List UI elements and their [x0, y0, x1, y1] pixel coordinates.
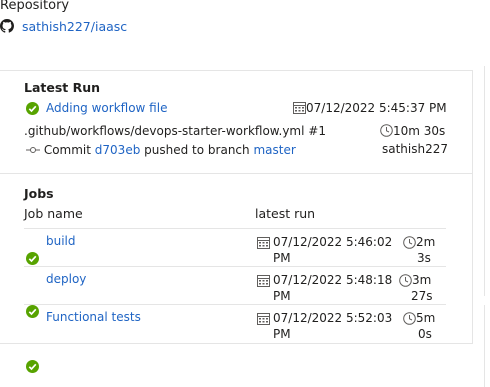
repository-link[interactable]: sathish227/iaasc [22, 19, 127, 34]
latest-run-workflow-link[interactable]: Adding workflow file [46, 101, 167, 115]
commit-line: Commit d703eb pushed to branch master [26, 143, 296, 157]
table-row[interactable]: deploy 07/12/2022 5:48:18 PM 3m 27s [0, 32, 490, 318]
job-ampm: PM [273, 327, 291, 341]
job-date: 07/12/2022 5:46:02 [273, 235, 393, 249]
latest-run-title: Latest Run [24, 80, 101, 95]
scrollbar-track[interactable] [484, 66, 485, 296]
jobs-title: Jobs [24, 186, 54, 201]
job-duration-min: 2m [416, 235, 436, 249]
commit-label: Commit [43, 143, 91, 157]
latest-run-duration: 10m 30s [380, 124, 445, 138]
latest-run-duration-text: 10m 30s [393, 124, 446, 138]
job-ampm: PM [273, 289, 291, 303]
job-duration-sec: 0s [418, 327, 432, 341]
row-divider [24, 304, 446, 305]
calendar-icon [257, 313, 270, 325]
job-duration-sec: 27s [411, 289, 433, 303]
jobs-col-name: Job name [24, 206, 83, 221]
commit-icon [26, 147, 40, 153]
table-row[interactable]: Functional tests 07/12/2022 5:52:03 PM 5… [0, 48, 490, 373]
commit-author: sathish227 [382, 142, 449, 156]
job-duration-sec: 3s [417, 251, 431, 265]
commit-hash-link[interactable]: d703eb [95, 143, 141, 157]
scrollbar-track[interactable] [484, 305, 485, 387]
job-link-build[interactable]: build [46, 234, 76, 248]
latest-run-timestamp: 07/12/2022 5:45:37 PM [293, 101, 447, 115]
job-link-deploy[interactable]: deploy [46, 272, 86, 286]
repository-heading: Repository [0, 0, 70, 13]
divider [0, 343, 473, 344]
job-link-functional-tests[interactable]: Functional tests [46, 310, 141, 324]
calendar-icon [257, 237, 270, 249]
divider [0, 173, 473, 174]
divider [472, 173, 473, 343]
job-duration-min: 3m [412, 273, 432, 287]
jobs-header-divider [24, 228, 446, 229]
job-ampm: PM [273, 251, 291, 265]
job-duration-min: 5m [416, 311, 436, 325]
clock-icon [403, 236, 416, 249]
job-date: 07/12/2022 5:52:03 [273, 311, 393, 325]
clock-icon [403, 312, 416, 325]
success-check-icon [26, 102, 39, 115]
job-date: 07/12/2022 5:48:18 [273, 273, 393, 287]
branch-link[interactable]: master [253, 143, 295, 157]
success-check-icon [26, 360, 39, 373]
calendar-icon [293, 102, 306, 114]
success-check-icon [26, 252, 39, 265]
clock-icon [380, 124, 393, 137]
divider [472, 70, 473, 173]
github-icon [0, 19, 14, 36]
workflow-path: .github/workflows/devops-starter-workflo… [24, 124, 326, 138]
success-check-icon [26, 305, 39, 318]
clock-icon [399, 274, 412, 287]
divider [0, 70, 473, 71]
calendar-icon [257, 275, 270, 287]
latest-run-timestamp-text: 07/12/2022 5:45:37 PM [306, 101, 447, 115]
row-divider [24, 266, 446, 267]
jobs-col-run: latest run [255, 206, 316, 221]
pushed-text: pushed to branch [144, 143, 250, 157]
